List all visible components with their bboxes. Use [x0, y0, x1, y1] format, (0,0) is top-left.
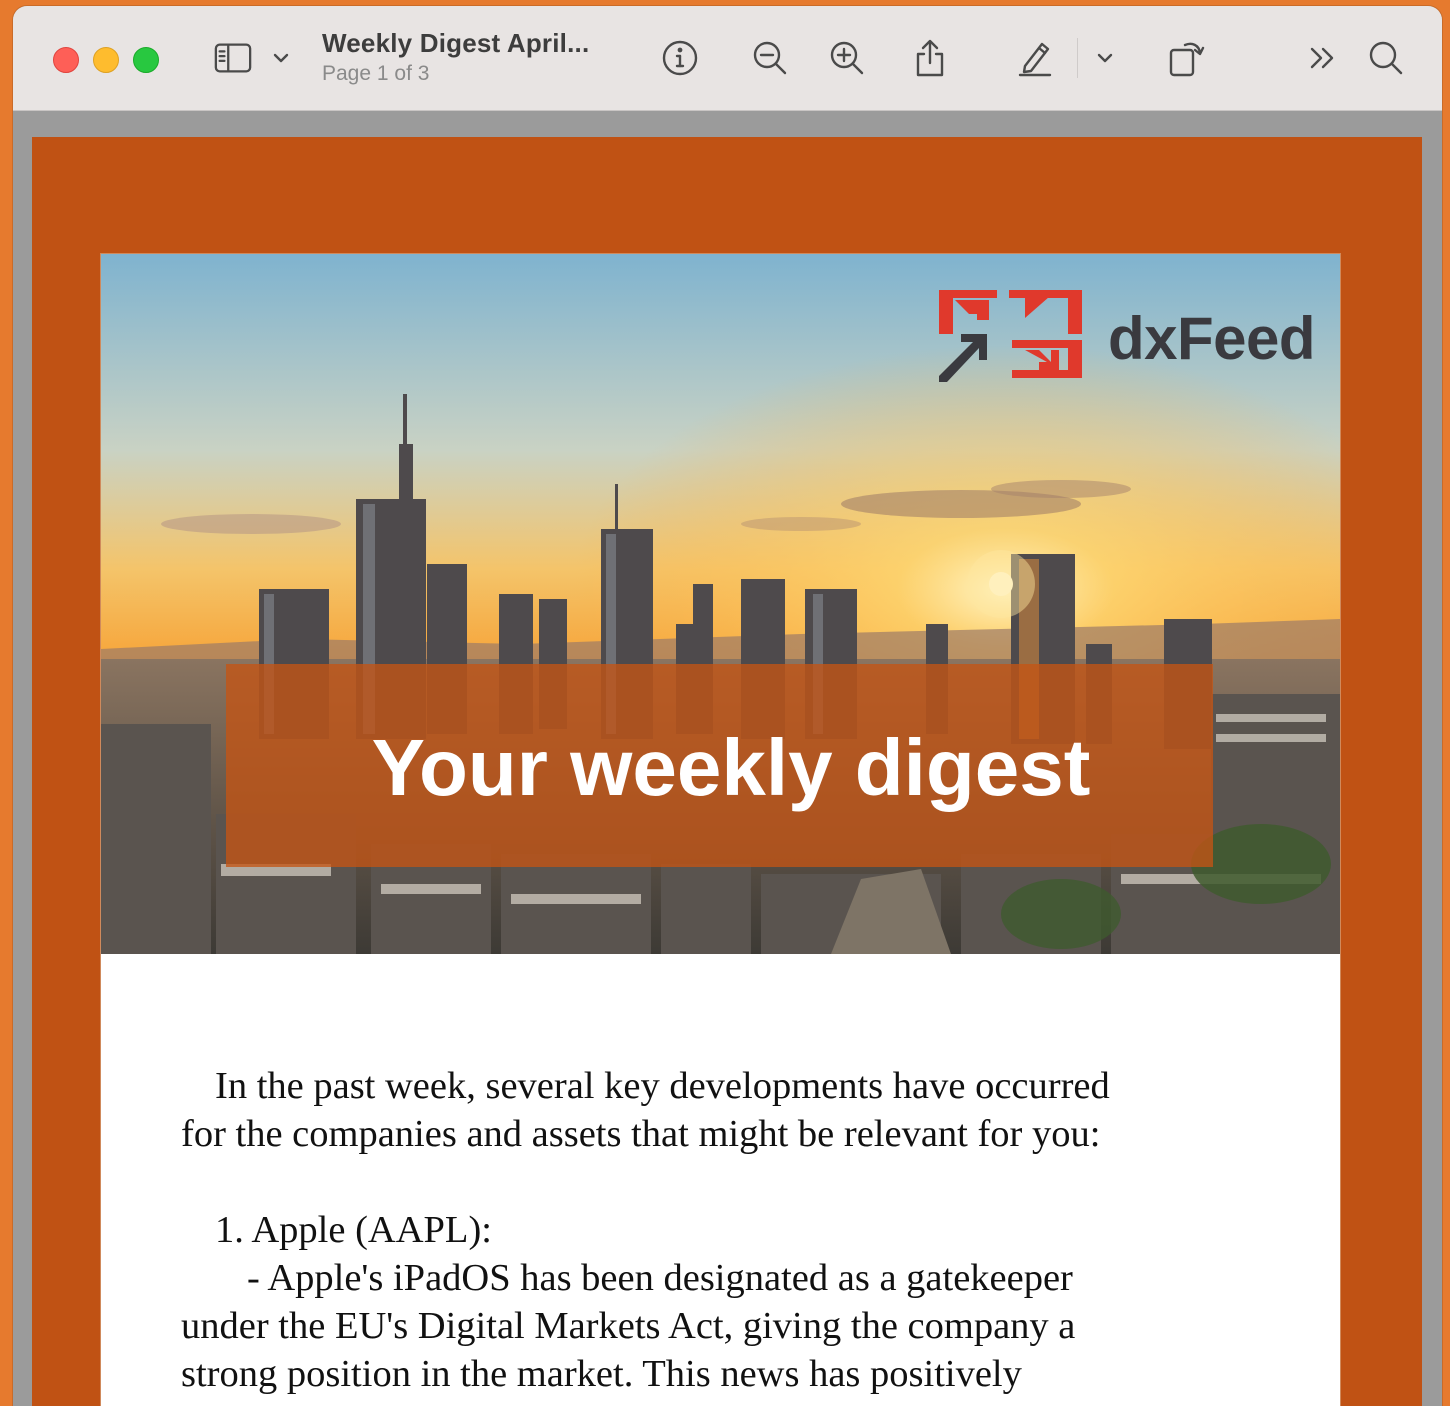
search-button[interactable]: [1366, 36, 1406, 80]
item-text-line: under the EU's Digital Markets Act, givi…: [181, 1305, 1076, 1347]
sidebar-icon: [214, 43, 252, 73]
hero-title: Your weekly digest: [371, 723, 1091, 812]
search-icon: [1369, 41, 1403, 75]
document-viewport[interactable]: Your weekly digest dxFeed In the past we…: [13, 111, 1442, 1406]
zoom-out-button[interactable]: [750, 36, 790, 80]
more-chevrons-icon: [1310, 47, 1334, 69]
dxfeed-logo-mark-icon: [939, 290, 1082, 382]
info-button[interactable]: [660, 36, 700, 80]
share-button[interactable]: [910, 36, 950, 80]
rotate-button[interactable]: [1166, 36, 1206, 80]
item-text-line: - Apple's iPadOS has been designated as …: [247, 1257, 1073, 1299]
pdf-page: Your weekly digest dxFeed In the past we…: [32, 137, 1422, 1406]
chevron-down-icon: [1097, 53, 1113, 63]
minimize-button[interactable]: [93, 47, 119, 73]
item-heading: 1. Apple (AAPL):: [215, 1209, 492, 1251]
sidebar-options-button[interactable]: [263, 36, 299, 80]
zoom-in-button[interactable]: [827, 36, 867, 80]
brand-name: dxFeed: [1108, 304, 1316, 372]
intro-text-line: for the companies and assets that might …: [181, 1113, 1101, 1155]
markup-options-button[interactable]: [1087, 36, 1123, 80]
chevron-down-icon: [273, 53, 289, 63]
close-button[interactable]: [53, 47, 79, 73]
toolbar-separator: [1077, 38, 1078, 78]
page-indicator: Page 1 of 3: [322, 62, 430, 85]
sidebar-toggle-button[interactable]: [213, 36, 253, 80]
zoom-in-icon: [830, 41, 864, 75]
intro-text-line: In the past week, several key developmen…: [215, 1065, 1110, 1107]
toolbar: Weekly Digest April... Page 1 of 3: [13, 6, 1442, 111]
more-tools-button[interactable]: [1303, 36, 1343, 80]
zoom-button[interactable]: [133, 47, 159, 73]
rotate-icon: [1169, 42, 1205, 77]
markup-pencil-icon: [1018, 42, 1052, 77]
markup-button[interactable]: [1015, 36, 1055, 80]
share-icon: [916, 39, 944, 77]
email-content: Your weekly digest dxFeed In the past we…: [100, 253, 1341, 1406]
digest-body: In the past week, several key developmen…: [181, 1062, 1241, 1398]
info-icon: [662, 40, 698, 76]
dxfeed-logo[interactable]: dxFeed: [939, 290, 1316, 386]
preview-window: Weekly Digest April... Page 1 of 3 Your …: [13, 6, 1442, 1406]
document-title[interactable]: Weekly Digest April...: [322, 28, 589, 59]
zoom-out-icon: [753, 41, 787, 75]
